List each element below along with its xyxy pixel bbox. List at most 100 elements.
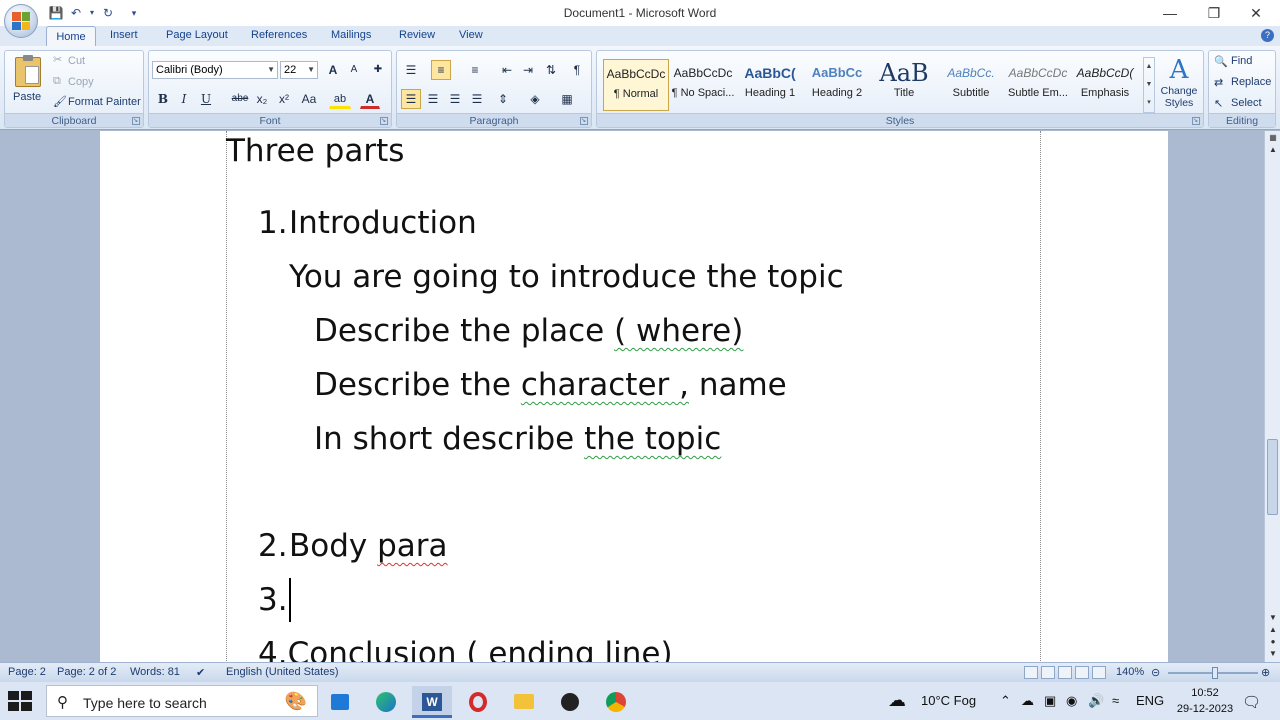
clock[interactable]: 10:52 29-12-2023: [1170, 685, 1240, 717]
doc-paragraph[interactable]: You are going to introduce the topic: [289, 259, 844, 295]
justify-icon[interactable]: ☰: [467, 89, 487, 109]
wifi-icon[interactable]: ≈: [1112, 693, 1119, 708]
word-icon[interactable]: W: [412, 686, 452, 718]
style-subtle-emphasis[interactable]: AaBbCcDc Subtle Em...: [1005, 59, 1071, 111]
tab-home[interactable]: Home: [46, 26, 96, 47]
zoom-level[interactable]: 140%: [1116, 666, 1144, 678]
vertical-scrollbar[interactable]: ▦ ▲ ▼ ▲ ● ▼: [1264, 131, 1280, 662]
page-count[interactable]: Page: 2 of 2: [57, 666, 116, 678]
doc-paragraph[interactable]: In short describe the topic: [314, 421, 721, 457]
language-badge[interactable]: ENG: [1136, 693, 1164, 708]
zoom-slider-handle[interactable]: [1212, 667, 1218, 679]
style-normal[interactable]: AaBbCcDc ¶ Normal: [603, 59, 669, 111]
font-name-select[interactable]: Calibri (Body) ▼: [152, 61, 278, 79]
style-heading-1[interactable]: AaBbC( Heading 1: [737, 59, 803, 111]
tab-review[interactable]: Review: [399, 29, 435, 41]
draft-icon[interactable]: [1092, 666, 1106, 679]
opera-icon[interactable]: [458, 686, 498, 718]
app-icon[interactable]: [550, 686, 590, 718]
grow-font-icon[interactable]: A: [323, 60, 343, 80]
numbering-icon[interactable]: ≡: [431, 60, 451, 80]
scroll-down-icon[interactable]: ▼: [1268, 613, 1278, 623]
volume-icon[interactable]: 🔊: [1088, 693, 1104, 709]
sort-icon[interactable]: ⇅: [541, 60, 561, 80]
paste-button[interactable]: Paste: [11, 55, 45, 111]
superscript-button[interactable]: x²: [274, 89, 294, 109]
proofing-icon[interactable]: ✔: [196, 666, 205, 679]
scroll-up-icon[interactable]: ▲: [1268, 145, 1278, 155]
windows-start-icon[interactable]: [8, 691, 32, 711]
borders-icon[interactable]: ▦: [557, 89, 577, 109]
tab-view[interactable]: View: [459, 29, 483, 41]
clear-formatting-icon[interactable]: ✚: [368, 60, 388, 80]
align-center-icon[interactable]: ☰: [423, 89, 443, 109]
office-button[interactable]: [4, 4, 38, 38]
full-screen-reading-icon[interactable]: [1041, 666, 1055, 679]
list-item-text[interactable]: 4.Conclusion ( ending line): [258, 636, 673, 662]
print-layout-icon[interactable]: [1024, 666, 1038, 679]
styles-scroll[interactable]: ▲ ▼ ▾: [1143, 57, 1155, 113]
increase-indent-icon[interactable]: ⇥: [518, 60, 538, 80]
web-layout-icon[interactable]: [1058, 666, 1072, 679]
zoom-in-icon[interactable]: ⊕: [1261, 666, 1270, 679]
doc-paragraph[interactable]: Describe the character , name: [314, 367, 787, 403]
shading-icon[interactable]: ◈: [525, 89, 545, 109]
file-explorer-icon[interactable]: [504, 686, 544, 718]
styles-launcher-icon[interactable]: ↘: [1192, 117, 1200, 125]
format-painter-button[interactable]: Format Painter: [68, 96, 141, 108]
help-icon[interactable]: ?: [1261, 29, 1274, 42]
style-title[interactable]: AaB Title: [871, 59, 937, 111]
shrink-font-icon[interactable]: A: [344, 60, 364, 80]
highlight-button[interactable]: ab: [329, 89, 351, 109]
font-size-select[interactable]: 22 ▼: [280, 61, 318, 79]
subscript-button[interactable]: x₂: [252, 89, 272, 109]
document-page[interactable]: Three parts 1. Introduction You are goin…: [100, 131, 1168, 662]
word-count[interactable]: Words: 81: [130, 666, 180, 678]
tab-references[interactable]: References: [251, 29, 307, 41]
edge-icon[interactable]: [366, 686, 406, 718]
close-icon[interactable]: ✕: [1236, 2, 1276, 24]
change-case-button[interactable]: Aa: [297, 89, 321, 109]
align-right-icon[interactable]: ☰: [445, 89, 465, 109]
style-subtitle[interactable]: AaBbCc. Subtitle: [938, 59, 1004, 111]
font-launcher-icon[interactable]: ↘: [380, 117, 388, 125]
camera-icon[interactable]: ◉: [1066, 693, 1077, 709]
taskbar-search[interactable]: ⚲ Type here to search 🎨: [46, 685, 318, 717]
decrease-indent-icon[interactable]: ⇤: [497, 60, 517, 80]
doc-heading[interactable]: Three parts: [226, 133, 404, 169]
style-heading-2[interactable]: AaBbCc Heading 2: [804, 59, 870, 111]
select-button[interactable]: Select: [1231, 97, 1262, 109]
browse-object-icon[interactable]: ●: [1268, 637, 1278, 647]
list-item-text[interactable]: Body para: [289, 528, 448, 564]
outline-icon[interactable]: [1075, 666, 1089, 679]
copy-button[interactable]: Copy: [68, 76, 94, 88]
style-emphasis[interactable]: AaBbCcD( Emphasis: [1072, 59, 1138, 111]
bullets-icon[interactable]: ☰: [401, 60, 421, 80]
previous-page-icon[interactable]: ▲: [1268, 625, 1278, 635]
weather-text[interactable]: 10°C Fog: [921, 693, 976, 708]
chrome-icon[interactable]: [596, 686, 636, 718]
change-styles-button[interactable]: A Change Styles: [1157, 55, 1201, 115]
strikethrough-button[interactable]: abe: [229, 89, 251, 109]
paragraph-launcher-icon[interactable]: ↘: [580, 117, 588, 125]
tab-mailings[interactable]: Mailings: [331, 29, 371, 41]
replace-button[interactable]: Replace: [1231, 76, 1271, 88]
doc-paragraph[interactable]: Describe the place ( where): [314, 313, 743, 349]
bold-button[interactable]: B: [153, 89, 173, 109]
underline-button[interactable]: U: [196, 89, 216, 109]
multilevel-list-icon[interactable]: ≡: [465, 60, 485, 80]
line-spacing-icon[interactable]: ⇕: [493, 89, 513, 109]
weather-icon[interactable]: ☁: [888, 690, 906, 711]
microsoft-store-icon[interactable]: [320, 686, 360, 718]
next-page-icon[interactable]: ▼: [1268, 649, 1278, 659]
show-hidden-icons-icon[interactable]: ⌃: [1000, 693, 1011, 709]
zoom-out-icon[interactable]: ⊝: [1151, 666, 1160, 679]
notifications-icon[interactable]: 🗨: [1242, 693, 1261, 711]
page-indicator[interactable]: Page: 2: [8, 666, 46, 678]
style-no-spacing[interactable]: AaBbCcDc ¶ No Spaci...: [670, 59, 736, 111]
tab-insert[interactable]: Insert: [110, 29, 138, 41]
ruler-toggle-icon[interactable]: ▦: [1268, 133, 1278, 143]
font-color-button[interactable]: A: [360, 89, 380, 109]
scroll-thumb[interactable]: [1267, 439, 1278, 515]
cloud-icon[interactable]: ☁: [1021, 693, 1034, 709]
